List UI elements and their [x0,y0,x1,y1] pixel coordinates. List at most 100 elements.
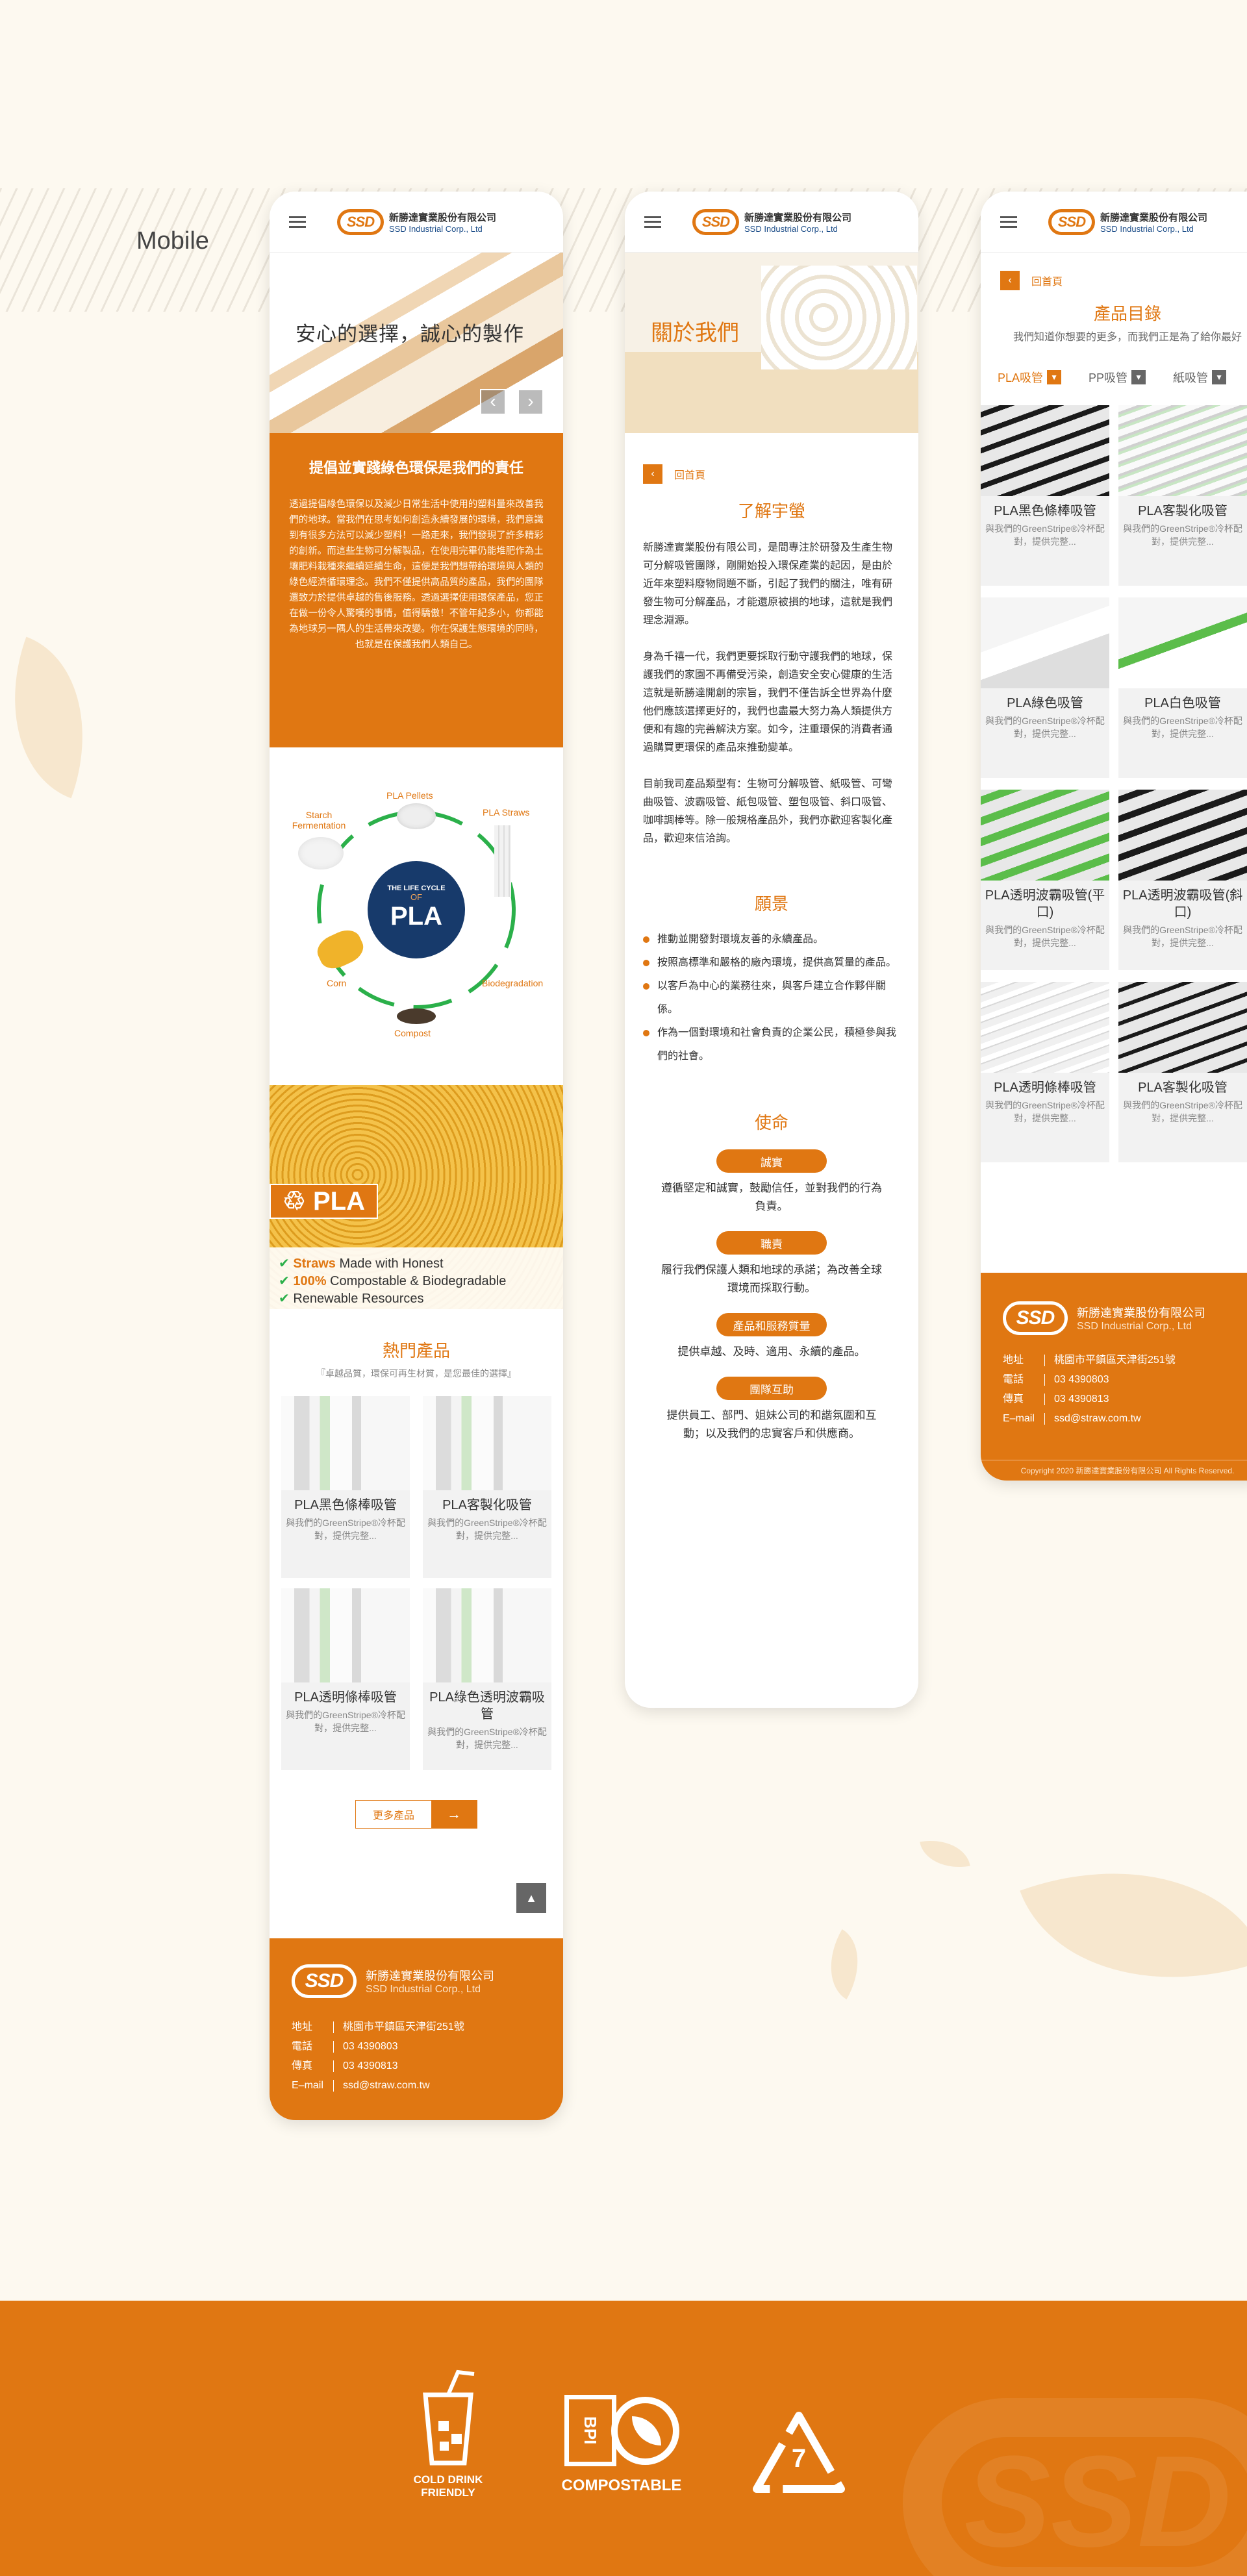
category-tabs: PLA吸管 ▼ PP吸管 ▼ 紙吸管 ▼ [981,369,1247,386]
phone-products: SSD 新勝達實業股份有限公司 SSD Industrial Corp., Lt… [981,192,1247,1481]
brand-name-en: SSD Industrial Corp., Ltd [1100,223,1194,234]
slider-prev-button[interactable]: ‹ [480,389,506,415]
footer-brand-name-en: SSD Industrial Corp., Ltd [1077,1321,1192,1332]
product-image [281,1588,410,1682]
email-link[interactable]: ssd@straw.com.tw [1054,1409,1141,1429]
product-name: PLA透明條棒吸管 [994,1081,1096,1095]
pellets-image [397,803,436,829]
product-card[interactable]: PLA綠色透明波霸吸管 與我們的GreenStripe®冷杯配對，提供完整... [423,1588,551,1770]
product-card[interactable]: PLA透明條棒吸管 與我們的GreenStripe®冷杯配對，提供完整... [981,982,1109,1162]
back-home-link[interactable]: 回首頁 [674,466,705,482]
addr-key: 地址 [1003,1355,1024,1366]
back-icon: ‹ [643,464,662,484]
mission-text: 提供卓越、及時、適用、永續的產品。 [677,1345,866,1358]
product-card[interactable]: PLA透明波霸吸管(平口) 與我們的GreenStripe®冷杯配對，提供完整..… [981,790,1109,970]
product-card[interactable]: PLA白色吸管 與我們的GreenStripe®冷杯配對，提供完整... [1118,597,1247,778]
claim-2a: 100% [293,1274,327,1288]
product-name: PLA白色吸管 [1144,696,1221,710]
hot-subtitle: 『卓越品質，環保可再生材質，是您最佳的選擇』 [316,1368,516,1379]
lifecycle-center: THE LIFE CYCLE OF PLA [368,861,465,958]
starch-image [298,837,344,869]
fax-key: 傳真 [1003,1394,1024,1405]
product-name: PLA黑色條棒吸管 [994,504,1096,518]
mission-tag: 職責 [716,1231,827,1255]
footer-brand-name: 新勝達實業股份有限公司 [366,1970,494,1982]
compost-image [397,1008,436,1024]
product-card[interactable]: PLA黑色條棒吸管 與我們的GreenStripe®冷杯配對，提供完整... [281,1396,410,1578]
mobile-header: SSD 新勝達實業股份有限公司 SSD Industrial Corp., Lt… [270,192,563,253]
addr-key: 地址 [292,2021,313,2032]
menu-icon[interactable] [289,216,306,228]
hot-products: 熱門產品 『卓越品質，環保可再生材質，是您最佳的選擇』 PLA黑色條棒吸管 與我… [270,1309,563,1958]
mission-tag: 產品和服務質量 [716,1313,827,1336]
badge-band: SSD COLD DRINK FRIENDLY BPI COMPOSTABLE … [0,2301,1247,2576]
email-link[interactable]: ssd@straw.com.tw [343,2076,430,2095]
product-name: PLA綠色吸管 [1007,696,1083,710]
product-image [1118,790,1247,881]
leaf-decoration [812,1929,876,1999]
about-hero: 關於我們 [625,253,918,433]
tab-paper[interactable]: 紙吸管 ▼ [1173,369,1227,386]
phone-home: SSD 新勝達實業股份有限公司 SSD Industrial Corp., Lt… [270,192,563,2120]
product-name: PLA黑色條棒吸管 [294,1498,397,1512]
label-pellets: PLA Pellets [386,790,433,801]
product-card[interactable]: PLA客製化吸管 與我們的GreenStripe®冷杯配對，提供完整... [1118,405,1247,586]
product-name: PLA透明波霸吸管(平口) [985,888,1105,919]
tab-pp[interactable]: PP吸管 ▼ [1089,369,1146,386]
back-icon: ‹ [1000,271,1020,290]
cup-icon [423,2370,475,2466]
back-home-link[interactable]: 回首頁 [1031,273,1063,288]
tab-pla[interactable]: PLA吸管 ▼ [998,369,1062,386]
breadcrumb[interactable]: ‹ 回首頁 [643,464,900,484]
intro-title: 提倡並實踐綠色環保是我們的責任 [309,460,523,476]
product-desc: 與我們的GreenStripe®冷杯配對，提供完整... [1123,925,1242,948]
menu-icon[interactable] [644,216,661,228]
intro-body: 透過提倡綠色環保以及減少日常生活中使用的塑料量來改善我們的地球。當我們在思考如何… [289,499,544,650]
about-paragraph-3: 目前我司產品類型有：生物可分解吸管、紙吸管、可彎曲吸管、波霸吸管、紙包吸管、塑包… [643,779,893,844]
catalog-grid: PLA黑色條棒吸管 與我們的GreenStripe®冷杯配對，提供完整... PL… [981,405,1247,1262]
footer-logo-mark: SSD [1003,1301,1068,1335]
mobile-header: SSD 新勝達實業股份有限公司 SSD Industrial Corp., Lt… [625,192,918,253]
chevron-down-icon: ▼ [1131,370,1146,384]
hero-slider: 安心的選擇，誠心的製作 ‹ › [270,253,563,433]
brand-name-en: SSD Industrial Corp., Ltd [389,223,483,234]
logo-mark[interactable]: SSD [337,208,384,235]
product-card[interactable]: PLA黑色條棒吸管 與我們的GreenStripe®冷杯配對，提供完整... [981,405,1109,586]
product-image [1118,982,1247,1073]
hero-tagline: 安心的選擇，誠心的製作 [296,323,524,345]
more-products-button[interactable]: 更多產品 → [355,1800,477,1829]
bpi-mark: BPI [564,2395,616,2466]
phone-about: SSD 新勝達實業股份有限公司 SSD Industrial Corp., Lt… [625,192,918,1708]
leaf-decoration [1020,1819,1247,2031]
product-name: PLA透明波霸吸管(斜口) [1122,888,1243,919]
chevron-down-icon: ▼ [1047,370,1062,384]
product-card[interactable]: PLA透明波霸吸管(斜口) 與我們的GreenStripe®冷杯配對，提供完整..… [1118,790,1247,970]
address: 桃園市平鎮區天津街251號 [1054,1355,1176,1366]
product-card[interactable]: PLA綠色吸管 與我們的GreenStripe®冷杯配對，提供完整... [981,597,1109,778]
more-products-label: 更多產品 [372,1810,414,1821]
breadcrumb[interactable]: ‹ 回首頁 [1000,271,1247,290]
product-name: PLA綠色透明波霸吸管 [429,1690,545,1721]
product-image [1118,597,1247,688]
brand-name-en: SSD Industrial Corp., Ltd [744,223,838,234]
product-card[interactable]: PLA客製化吸管 與我們的GreenStripe®冷杯配對，提供完整... [423,1396,551,1578]
logo-mark[interactable]: SSD [1048,208,1095,235]
phone-link[interactable]: 03 4390803 [1054,1370,1109,1390]
brand-name: 新勝達實業股份有限公司 [1100,212,1208,223]
pla-logo: ♲ PLA [270,1184,378,1219]
vision-item: 以客戶為中心的業務往來，與客戶建立合作夥伴關係。 [643,975,900,1021]
slider-next-button[interactable]: › [518,389,544,415]
menu-icon[interactable] [1000,216,1017,228]
footer-logo-mark: SSD [292,1964,357,1998]
product-image [981,405,1109,496]
lifecycle-diagram: THE LIFE CYCLE OF PLA PLA Pellets PLA St… [270,747,563,1085]
about-title: 了解宇螢 [737,501,805,521]
back-to-top-button[interactable]: ▲ [516,1883,546,1913]
logo-mark[interactable]: SSD [692,208,739,235]
product-image [981,790,1109,881]
product-image [423,1396,551,1490]
mission-text: 履行我們保護人類和地球的承諾；為改善全球環境而採取行動。 [661,1264,882,1294]
product-card[interactable]: PLA透明條棒吸管 與我們的GreenStripe®冷杯配對，提供完整... [281,1588,410,1770]
product-card[interactable]: PLA客製化吸管 與我們的GreenStripe®冷杯配對，提供完整... [1118,982,1247,1162]
phone-link[interactable]: 03 4390803 [343,2037,398,2057]
